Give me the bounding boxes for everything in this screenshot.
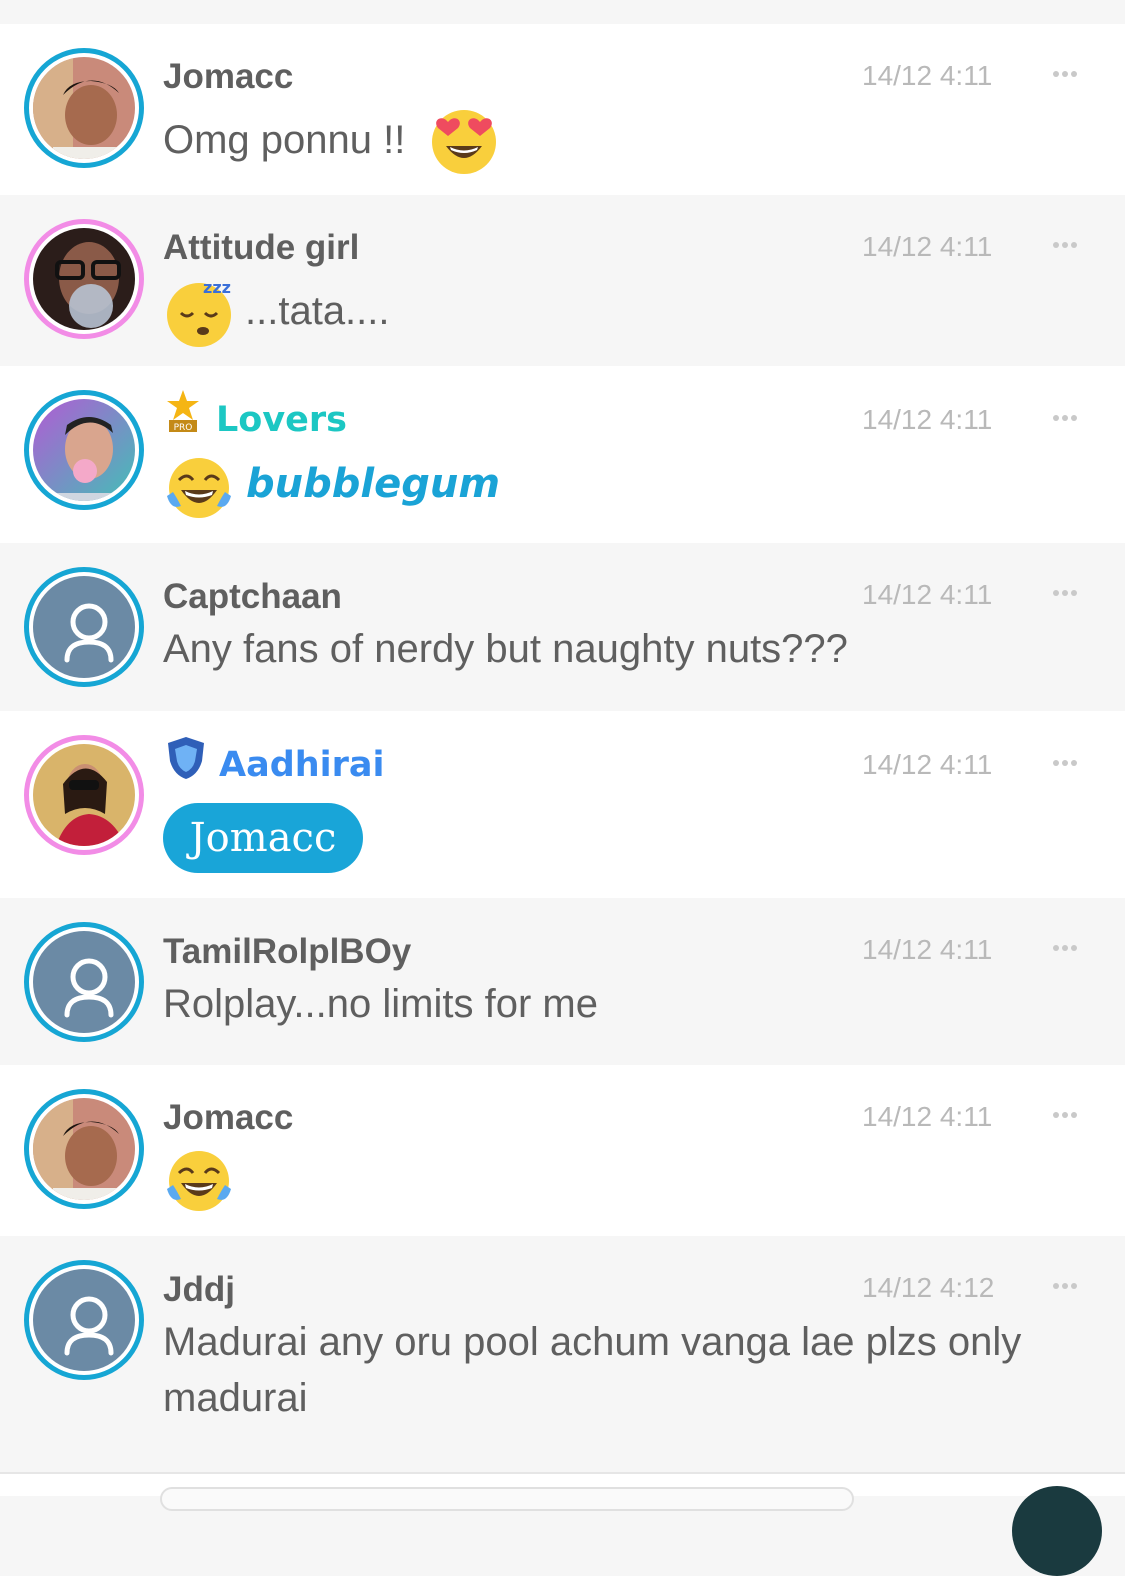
avatar-photo [33, 744, 135, 846]
sleeping-emoji-icon: zzz [167, 278, 231, 347]
chat-message-row[interactable]: Jddj 14/12 4:12 Madurai any oru pool ach… [0, 1236, 1125, 1450]
top-spacer [0, 0, 1125, 24]
more-options-icon[interactable] [1052, 1282, 1078, 1290]
chat-message-row[interactable]: Attitude girl 14/12 4:11 zzz ...tata.... [0, 195, 1125, 366]
more-options-icon[interactable] [1052, 414, 1078, 422]
user-placeholder-icon [64, 1296, 114, 1356]
message-text: bubblegum [246, 461, 501, 507]
message-text: Any fans of nerdy but naughty nuts??? [163, 627, 848, 671]
avatar[interactable] [24, 48, 144, 168]
avatar-photo [33, 228, 135, 330]
sender-name[interactable]: Aadhirai [219, 745, 385, 785]
shield-icon [168, 737, 204, 779]
avatar[interactable] [24, 735, 144, 855]
avatar[interactable] [24, 1260, 144, 1380]
chat-message-row[interactable]: Captchaan 14/12 4:11 Any fans of nerdy b… [0, 543, 1125, 711]
avatar-photo [33, 399, 135, 501]
chat-message-row[interactable]: Jomacc 14/12 4:11 [0, 1065, 1125, 1236]
mention-pill[interactable]: Jomacc [163, 803, 363, 873]
timestamp: 14/12 4:11 [862, 749, 993, 780]
avatar-photo [33, 57, 135, 159]
chat-message-row[interactable]: Jomacc 14/12 4:11 Omg ponnu !! [0, 24, 1125, 195]
send-button[interactable] [1012, 1486, 1102, 1576]
pro-badge-icon: PRO [167, 390, 199, 433]
sender-name[interactable]: Jddj [163, 1270, 235, 1310]
heart-eyes-emoji-icon [432, 110, 496, 174]
user-placeholder-icon [64, 603, 114, 663]
svg-text:zzz: zzz [203, 278, 231, 297]
message-text: Omg ponnu !! [163, 118, 406, 162]
message-text: Rolplay...no limits for me [163, 982, 598, 1026]
laughing-tears-emoji-icon [167, 1151, 231, 1211]
laughing-tears-emoji-icon [167, 458, 231, 518]
chat-message-row[interactable]: TamilRolplBOy 14/12 4:11 Rolplay...no li… [0, 898, 1125, 1065]
sender-name[interactable]: Jomacc [163, 1098, 293, 1138]
more-options-icon[interactable] [1052, 241, 1078, 249]
chat-message-row[interactable]: Aadhirai 14/12 4:11 Jomacc [0, 711, 1125, 898]
timestamp: 14/12 4:11 [862, 579, 993, 610]
avatar[interactable] [24, 922, 144, 1042]
more-options-icon[interactable] [1052, 944, 1078, 952]
avatar[interactable] [24, 390, 144, 510]
timestamp: 14/12 4:12 [862, 1272, 995, 1303]
sender-name[interactable]: Attitude girl [163, 228, 359, 268]
sender-name[interactable]: Lovers [216, 400, 347, 440]
timestamp: 14/12 4:11 [862, 934, 993, 965]
pro-badge-text: PRO [174, 423, 193, 433]
message-text: ...tata.... [245, 289, 390, 333]
avatar[interactable] [24, 1089, 144, 1209]
avatar-photo [33, 1098, 135, 1200]
message-input[interactable] [160, 1487, 854, 1511]
avatar[interactable] [24, 567, 144, 687]
message-text: Madurai any oru pool achum vanga lae plz… [163, 1320, 1022, 1420]
timestamp: 14/12 4:11 [862, 404, 993, 435]
sender-name[interactable]: Jomacc [163, 57, 293, 97]
more-options-icon[interactable] [1052, 759, 1078, 767]
avatar[interactable] [24, 219, 144, 339]
chat-feed[interactable]: Jomacc 14/12 4:11 Omg ponnu !! Attitude … [0, 24, 1125, 1450]
sender-name[interactable]: TamilRolplBOy [163, 932, 411, 972]
more-options-icon[interactable] [1052, 1111, 1078, 1119]
timestamp: 14/12 4:11 [862, 1101, 993, 1132]
sender-name[interactable]: Captchaan [163, 577, 342, 617]
timestamp: 14/12 4:11 [862, 231, 993, 262]
user-placeholder-icon [64, 958, 114, 1018]
more-options-icon[interactable] [1052, 589, 1078, 597]
timestamp: 14/12 4:11 [862, 60, 993, 91]
more-options-icon[interactable] [1052, 70, 1078, 78]
chat-message-row[interactable]: PRO Lovers 14/12 4:11 bubblegum [0, 366, 1125, 543]
